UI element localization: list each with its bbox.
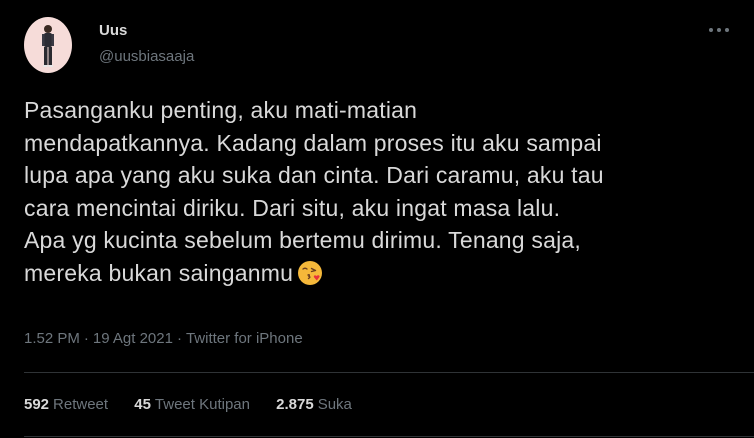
dot	[717, 28, 721, 32]
face-blowing-a-kiss-emoji-icon	[298, 260, 323, 285]
tweet-text-line: mereka bukan sainganmu	[24, 259, 294, 286]
divider	[24, 372, 754, 373]
display-name[interactable]: Uus	[99, 22, 127, 39]
meta-separator: ·	[83, 330, 89, 347]
quote-tweets-count: 45	[134, 396, 151, 413]
dot	[709, 28, 713, 32]
tweet-text-line: cara mencintai diriku. Dari situ, aku in…	[24, 194, 561, 221]
tweet-text-line: Apa yg kucinta sebelum bertemu dirimu. T…	[24, 227, 581, 253]
tweet-text: Pasanganku penting, aku mati-matian mend…	[24, 94, 744, 289]
quote-tweets-stat[interactable]: 45 Tweet Kutipan	[134, 396, 250, 413]
tweet-text-line: lupa apa yang aku suka dan cinta. Dari c…	[24, 162, 604, 188]
avatar[interactable]	[24, 17, 72, 73]
tweet-text-line: mendapatkannya. Kadang dalam proses itu …	[24, 129, 602, 156]
person-figure-icon	[42, 25, 54, 67]
retweets-count: 592	[24, 396, 50, 413]
tweet-date[interactable]: 19 Agt 2021	[93, 330, 173, 347]
tweet-card: Uus @uusbiasaaja Pasanganku penting, aku…	[0, 0, 754, 438]
tweet-stats: 592 Retweet 45 Tweet Kutipan 2.875 Suka	[24, 396, 374, 413]
tweet-text-line: Pasanganku penting, aku mati-matian	[24, 97, 418, 123]
retweets-label: Retweet	[53, 396, 109, 413]
likes-label: Suka	[317, 396, 352, 413]
tweet-source-link[interactable]: Twitter for iPhone	[186, 330, 303, 347]
tweet-text-last-line: mereka bukan sainganmu	[24, 257, 744, 290]
dot	[725, 28, 729, 32]
more-options-icon[interactable]	[706, 20, 732, 40]
quote-tweets-label: Tweet Kutipan	[154, 396, 250, 413]
tweet-meta: 1.52 PM · 19 Agt 2021 · Twitter for iPhone	[24, 330, 303, 347]
user-handle[interactable]: @uusbiasaaja	[99, 48, 194, 65]
likes-stat[interactable]: 2.875 Suka	[276, 396, 352, 413]
retweets-stat[interactable]: 592 Retweet	[24, 396, 108, 413]
likes-count: 2.875	[276, 396, 314, 413]
divider	[24, 436, 754, 437]
meta-separator: ·	[176, 330, 182, 347]
tweet-time[interactable]: 1.52 PM	[24, 330, 80, 347]
